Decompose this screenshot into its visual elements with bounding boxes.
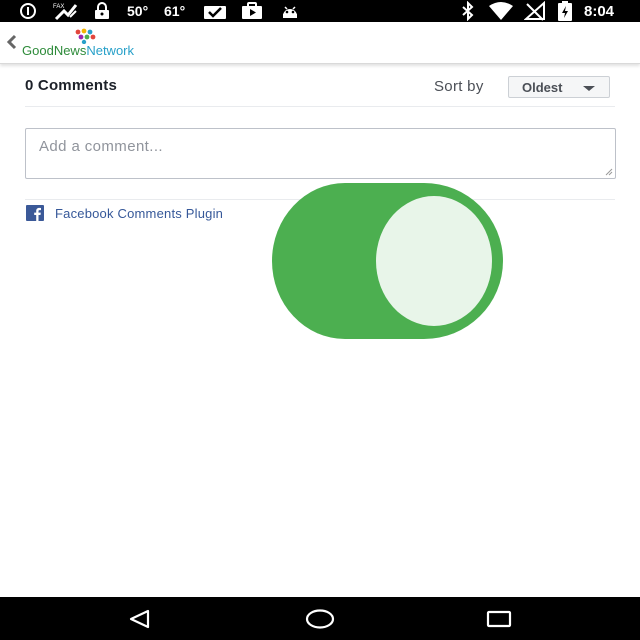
comments-count: 0 Comments	[25, 77, 118, 94]
logo-word-good: Good	[22, 43, 54, 58]
navigation-bar	[0, 597, 640, 640]
back-chevron-icon[interactable]	[4, 32, 20, 52]
temperature-1: 50°	[127, 3, 149, 19]
facebook-comments-plugin-label: Facebook Comments Plugin	[55, 205, 224, 221]
logo-dots-icon	[75, 28, 96, 44]
photo-check-icon	[203, 0, 227, 22]
status-bar: FAX 50° 61° 8:04	[0, 0, 640, 22]
sort-order-value: Oldest	[522, 80, 563, 95]
toggle-knob[interactable]	[376, 196, 492, 326]
no-sim-fax-icon: FAX	[52, 0, 80, 22]
play-store-icon	[240, 0, 264, 22]
battery-charging-icon	[556, 0, 574, 22]
android-icon	[280, 0, 300, 22]
temperature-2: 61°	[164, 3, 186, 19]
toggle-switch[interactable]	[272, 183, 503, 339]
recents-icon	[486, 610, 512, 627]
sort-order-select[interactable]: Oldest	[508, 76, 610, 98]
facebook-comments-plugin-link[interactable]: Facebook Comments Plugin	[26, 205, 223, 221]
sort-by-label: Sort by	[434, 78, 484, 95]
info-icon	[18, 0, 38, 22]
no-signal-icon	[524, 0, 546, 22]
logo-word-news: News	[53, 43, 87, 58]
facebook-icon	[26, 205, 44, 221]
home-icon	[305, 608, 335, 629]
caret-down-icon	[583, 86, 595, 91]
wifi-icon	[488, 0, 514, 22]
clock: 8:04	[584, 2, 615, 20]
bluetooth-icon	[460, 0, 476, 22]
divider	[25, 106, 615, 107]
nav-recents-button[interactable]	[469, 597, 529, 640]
nav-back-button[interactable]	[110, 597, 170, 640]
lock-icon	[93, 0, 111, 22]
logo-wordmark: GoodNewsNetwork	[22, 43, 134, 58]
nav-home-button[interactable]	[290, 597, 350, 640]
logo-word-network: Network	[86, 43, 135, 58]
app-header: GoodNewsNetwork	[0, 22, 640, 64]
svg-text:FAX: FAX	[53, 4, 64, 10]
resize-grip-icon[interactable]	[605, 168, 613, 176]
back-icon	[129, 609, 150, 628]
goodnewsnetwork-logo[interactable]: GoodNewsNetwork	[22, 28, 154, 58]
comment-input-placeholder: Add a comment...	[39, 138, 163, 155]
comment-input[interactable]: Add a comment...	[25, 128, 616, 179]
